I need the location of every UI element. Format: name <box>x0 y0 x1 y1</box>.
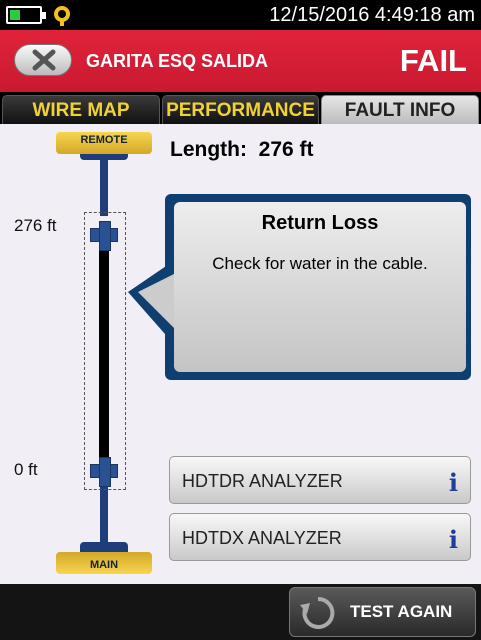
info-icon: i <box>448 468 458 497</box>
result-status: FAIL <box>399 43 467 78</box>
fault-info-panel: REMOTE MAIN 276 ft 0 ft Length: 276 ft R… <box>0 124 481 584</box>
connector-bottom <box>90 457 118 487</box>
tab-wire-map[interactable]: WIRE MAP <box>2 95 160 124</box>
battery-icon <box>6 6 46 24</box>
tab-performance[interactable]: PERFORMANCE <box>162 95 319 124</box>
cable-segment-top <box>100 154 108 216</box>
length-value: 276 ft <box>258 138 314 161</box>
distance-label-top: 276 ft <box>14 216 57 235</box>
tab-bar: WIRE MAP PERFORMANCE FAULT INFO <box>0 92 481 124</box>
status-datetime: 12/15/2016 4:49:18 am <box>269 4 475 26</box>
status-bar: 12/15/2016 4:49:18 am <box>0 0 481 30</box>
connector-top <box>90 221 118 251</box>
fault-callout-pointer-inner <box>138 274 174 328</box>
main-label: MAIN <box>56 552 152 574</box>
back-button[interactable] <box>14 44 72 76</box>
hdtdx-analyzer-label: HDTDX ANALYZER <box>182 528 342 548</box>
test-name-title: GARITA ESQ SALIDA <box>86 51 269 71</box>
fault-title: Return Loss <box>261 212 379 234</box>
distance-label-bottom: 0 ft <box>14 460 38 479</box>
length-label: Length: <box>170 138 247 161</box>
header-bar: GARITA ESQ SALIDA FAIL <box>0 30 481 92</box>
close-icon <box>32 49 56 71</box>
footer-bar: TEST AGAIN <box>0 584 481 640</box>
remote-label: REMOTE <box>56 132 152 154</box>
test-again-button[interactable]: TEST AGAIN <box>289 587 476 637</box>
hdtdr-analyzer-label: HDTDR ANALYZER <box>182 471 343 491</box>
test-again-label: TEST AGAIN <box>350 602 453 621</box>
refresh-icon <box>300 596 335 629</box>
fault-message: Check for water in the cable. <box>212 254 428 273</box>
hdtdx-analyzer-button[interactable]: HDTDX ANALYZER i <box>169 513 471 561</box>
tab-fault-info[interactable]: FAULT INFO <box>321 95 479 124</box>
info-icon: i <box>448 525 458 554</box>
wifi-icon <box>54 6 70 26</box>
fault-region-marker <box>84 212 126 490</box>
cable-length: Length: 276 ft <box>170 138 314 162</box>
hdtdr-analyzer-button[interactable]: HDTDR ANALYZER i <box>169 456 471 504</box>
fault-callout: Return Loss Check for water in the cable… <box>174 202 466 372</box>
